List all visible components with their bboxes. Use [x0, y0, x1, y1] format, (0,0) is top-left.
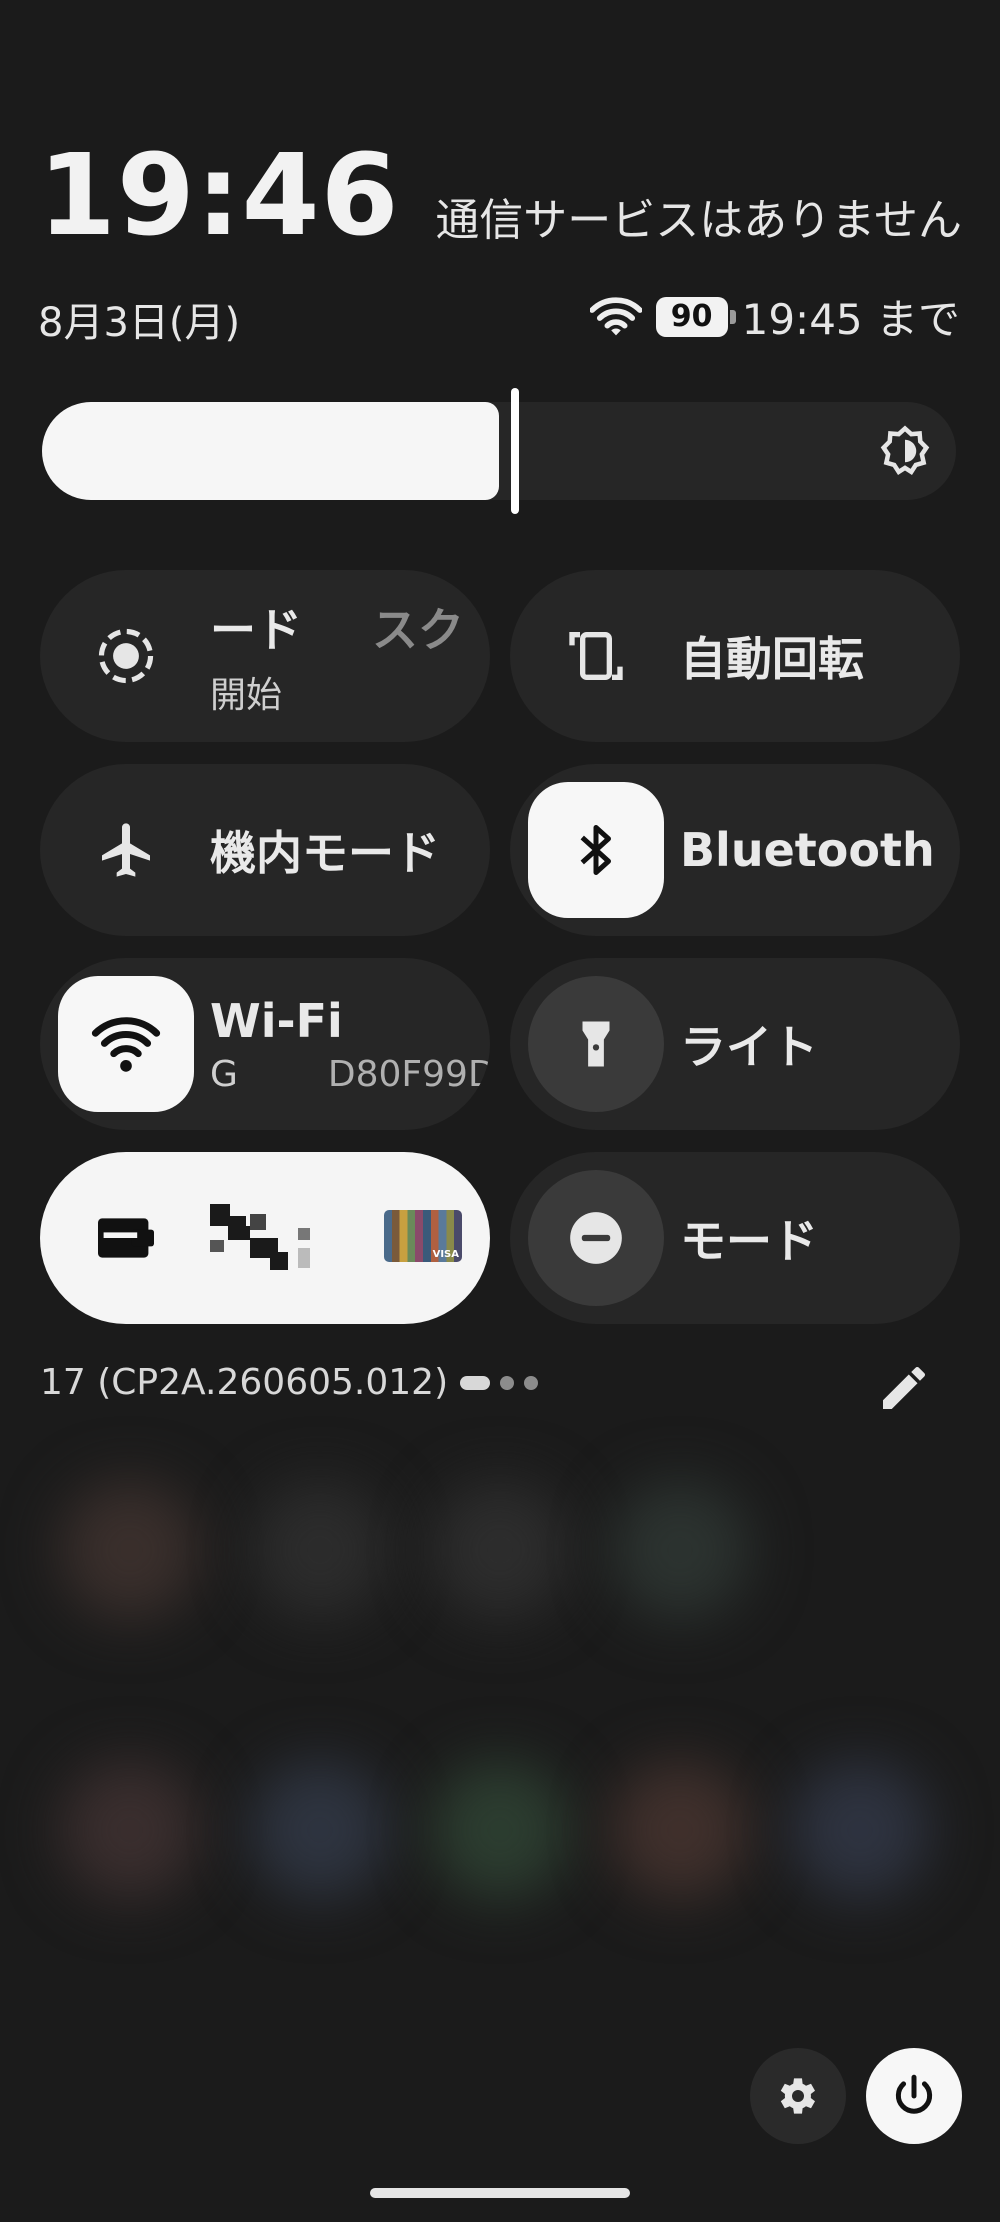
tile-wifi-ssid-end: D80F99D: [327, 1053, 490, 1095]
edit-icon[interactable]: [876, 1360, 932, 1416]
tile-bluetooth[interactable]: Bluetooth: [510, 764, 960, 936]
background-blur: [610, 1760, 750, 1900]
wallet-card-brand: VISA: [432, 1249, 459, 1260]
date[interactable]: 8月3日(月): [38, 290, 240, 348]
rotate-icon: [569, 632, 623, 680]
wallet-icon: [98, 1218, 154, 1258]
tile-airplane-mode[interactable]: 機内モード: [40, 764, 490, 936]
tile-auto-rotate-label: 自動回転: [680, 632, 864, 686]
tile-wifi-ssid-start: G: [210, 1053, 238, 1095]
page-dot: [524, 1376, 538, 1390]
page-dot: [500, 1376, 514, 1390]
flashlight-icon: [582, 1021, 610, 1067]
wallet-card-image: VISA: [384, 1210, 462, 1262]
background-blur: [610, 1480, 750, 1620]
carrier-status: 通信サービスはありません: [435, 195, 962, 246]
tile-screen-record[interactable]: ード スク 開始: [40, 570, 490, 742]
battery-level: 90: [670, 299, 713, 334]
bluetooth-icon: [580, 825, 611, 875]
brightness-slider[interactable]: [42, 388, 956, 514]
background-blur: [430, 1480, 570, 1620]
tile-wifi-label: Wi-Fi: [210, 993, 343, 1048]
tile-screen-record-sub: 開始: [210, 675, 283, 716]
brightness-icon: [880, 425, 930, 476]
background-blur: [60, 1480, 200, 1620]
power-icon: [895, 2074, 933, 2114]
build-number[interactable]: 17 (CP2A.260605.012): [40, 1362, 448, 1403]
background-blur: [250, 1480, 390, 1620]
background-blur: [430, 1760, 570, 1900]
gear-icon: [780, 2078, 815, 2114]
clock[interactable]: 19:46: [38, 140, 400, 252]
brightness-fill: [42, 402, 499, 500]
battery-until: 19:45 まで: [741, 295, 960, 344]
tile-flashlight[interactable]: ライト: [510, 958, 960, 1130]
power-button[interactable]: [866, 2048, 962, 2144]
do-not-disturb-icon: [570, 1212, 622, 1264]
tile-flashlight-label: ライト: [680, 1020, 818, 1074]
screen-record-icon: [98, 628, 154, 684]
home-indicator[interactable]: [370, 2188, 630, 2198]
battery-icon: 90: [655, 296, 736, 337]
brightness-thumb[interactable]: [511, 388, 519, 514]
wifi-status-icon: [589, 296, 642, 335]
background-blur: [250, 1760, 390, 1900]
tile-wallet[interactable]: VISA: [40, 1152, 490, 1324]
tile-dnd-label: モード: [680, 1214, 818, 1268]
tile-auto-rotate[interactable]: 自動回転: [510, 570, 960, 742]
settings-button[interactable]: [750, 2048, 846, 2144]
background-blur: [790, 1760, 930, 1900]
wallet-redacted-label: [210, 1204, 370, 1274]
page-indicator: [460, 1376, 538, 1390]
page-dot-active: [460, 1376, 490, 1390]
tile-bluetooth-label: Bluetooth: [680, 823, 935, 877]
background-blur: [60, 1760, 200, 1900]
wifi-icon: [91, 1017, 161, 1072]
status-row: 90 19:45 まで: [589, 286, 960, 347]
tile-wifi[interactable]: Wi-Fi G D80F99D: [40, 958, 490, 1130]
airplane-icon: [102, 823, 150, 877]
tile-airplane-label: 機内モード: [210, 826, 440, 880]
tile-screen-record-label: ード: [210, 603, 302, 657]
tile-screen-record-label-scroll: スク: [372, 603, 464, 657]
tile-do-not-disturb[interactable]: モード: [510, 1152, 960, 1324]
